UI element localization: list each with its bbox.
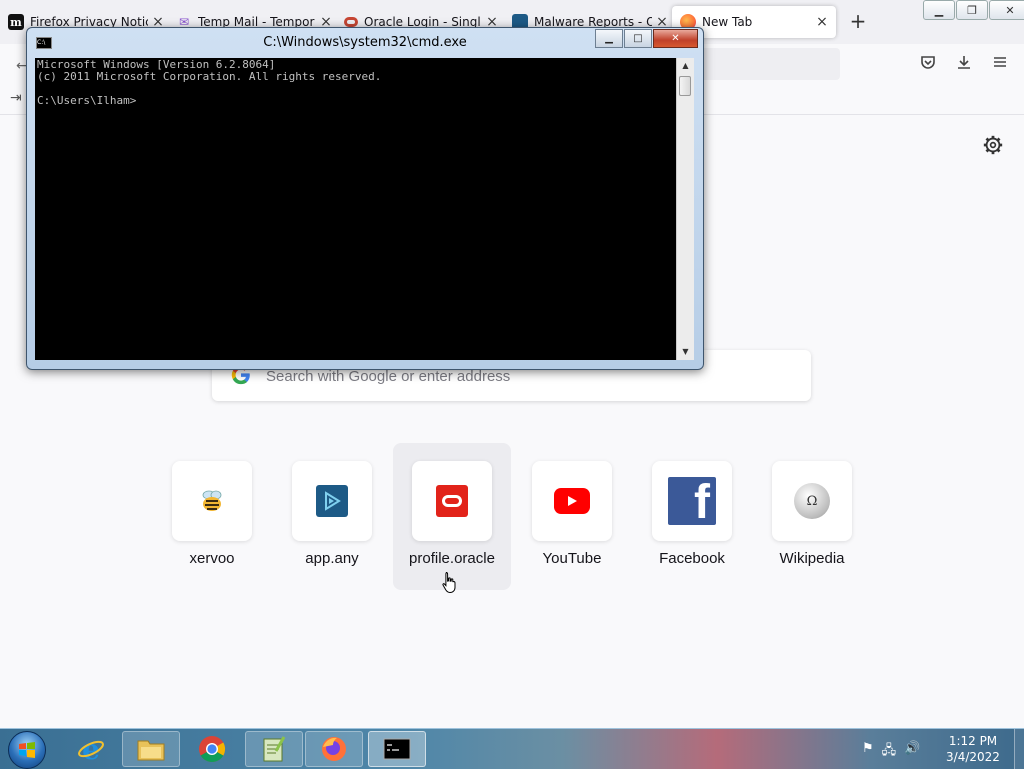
shortcut-icon-box: [532, 461, 612, 541]
action-center-flag-icon[interactable]: ⚑: [862, 741, 874, 763]
file-explorer-icon: [137, 740, 165, 761]
cmd-minimize-button[interactable]: ▁: [595, 29, 623, 48]
shortcut-tile-facebook[interactable]: f Facebook: [632, 461, 752, 581]
cmd-maximize-button[interactable]: □: [624, 29, 652, 48]
cmd-window[interactable]: C:\ C:\Windows\system32\cmd.exe ▁ □ ✕ Mi…: [26, 27, 704, 370]
close-icon[interactable]: ×: [814, 14, 830, 30]
shortcut-label: app.any: [305, 550, 359, 567]
restore-button[interactable]: ❐: [956, 0, 988, 20]
taskbar-chrome[interactable]: [183, 731, 241, 767]
volume-icon[interactable]: 🔊: [904, 741, 920, 763]
start-button[interactable]: [8, 731, 46, 769]
downloads-icon[interactable]: [953, 54, 975, 74]
wikipedia-icon: Ω: [794, 483, 830, 519]
shortcut-label: Facebook: [659, 550, 725, 567]
system-tray: ⚑ 🖧 🔊: [862, 741, 920, 763]
clock-time: 1:12 PM: [948, 734, 998, 748]
cmd-icon: [383, 738, 411, 760]
shortcut-icon-box: [292, 461, 372, 541]
hand-cursor-icon: [442, 572, 456, 594]
shortcut-tile-wikipedia[interactable]: Ω Wikipedia: [752, 461, 872, 581]
window-controls: ▁ ❐ ✕: [922, 0, 1024, 20]
chrome-icon: [199, 736, 226, 763]
oracle-icon: [436, 485, 468, 517]
taskbar-internet-explorer[interactable]: e: [62, 731, 120, 767]
shortcut-icon-box: Ω: [772, 461, 852, 541]
clock[interactable]: 1:12 PM 3/4/2022: [936, 733, 1010, 765]
scroll-up-icon[interactable]: ▲: [677, 58, 694, 74]
import-bookmarks-icon[interactable]: ⇥: [10, 90, 22, 106]
pocket-icon[interactable]: [917, 54, 939, 74]
taskbar: e ⚑ 🖧 🔊 1:12 PM 3/4/2022: [0, 728, 1024, 769]
youtube-icon: [554, 488, 590, 514]
taskbar-notepad-plus-plus[interactable]: [245, 731, 303, 767]
tab-title: New Tab: [702, 15, 753, 29]
cmd-window-controls: ▁ □ ✕: [595, 29, 699, 48]
taskbar-firefox[interactable]: [305, 731, 363, 767]
gear-icon[interactable]: [982, 134, 1004, 156]
internet-explorer-icon: e: [78, 735, 104, 763]
scroll-down-icon[interactable]: ▼: [677, 344, 694, 360]
new-tab-button[interactable]: +: [847, 10, 869, 32]
notepad-plus-plus-icon: [263, 736, 286, 762]
network-icon[interactable]: 🖧: [882, 741, 897, 763]
shortcut-icon-box: f: [652, 461, 732, 541]
windows-logo-icon: [19, 742, 35, 758]
shortcut-tile-xervoo[interactable]: xervoo: [152, 461, 272, 581]
shortcut-label: profile.oracle: [409, 550, 495, 567]
taskbar-cmd[interactable]: [368, 731, 426, 767]
cmd-titlebar[interactable]: C:\ C:\Windows\system32\cmd.exe ▁ □ ✕: [27, 28, 703, 56]
clock-date: 3/4/2022: [946, 750, 1000, 764]
close-window-button[interactable]: ✕: [989, 0, 1024, 20]
facebook-icon: f: [668, 477, 716, 525]
cmd-scrollbar[interactable]: ▲ ▼: [676, 58, 694, 360]
shortcut-tile-youtube[interactable]: YouTube: [512, 461, 632, 581]
shortcut-tile-app-any[interactable]: app.any: [272, 461, 392, 581]
show-desktop-button[interactable]: [1014, 729, 1024, 769]
cmd-close-button[interactable]: ✕: [653, 29, 698, 48]
shortcut-label: YouTube: [542, 550, 602, 567]
scroll-thumb[interactable]: [679, 76, 691, 96]
any-run-icon: [316, 485, 348, 517]
svg-text:e: e: [82, 735, 100, 763]
bee-icon: [202, 490, 222, 511]
cmd-output[interactable]: Microsoft Windows [Version 6.2.8064] (c)…: [37, 59, 671, 357]
shortcut-label: Wikipedia: [779, 550, 845, 567]
cmd-console-area[interactable]: Microsoft Windows [Version 6.2.8064] (c)…: [35, 58, 694, 360]
shortcut-icon-box: [172, 461, 252, 541]
shortcut-tile-profile-oracle[interactable]: profile.oracle: [392, 461, 512, 581]
firefox-icon: [322, 737, 346, 761]
shortcut-label: xervoo: [189, 550, 235, 567]
url-bar[interactable]: [700, 48, 840, 80]
shortcut-icon-box: [412, 461, 492, 541]
minimize-button[interactable]: ▁: [923, 0, 955, 20]
oracle-icon: [344, 17, 358, 27]
menu-icon[interactable]: [989, 54, 1011, 74]
mozilla-m-icon: m: [8, 14, 24, 30]
taskbar-file-explorer[interactable]: [122, 731, 180, 767]
